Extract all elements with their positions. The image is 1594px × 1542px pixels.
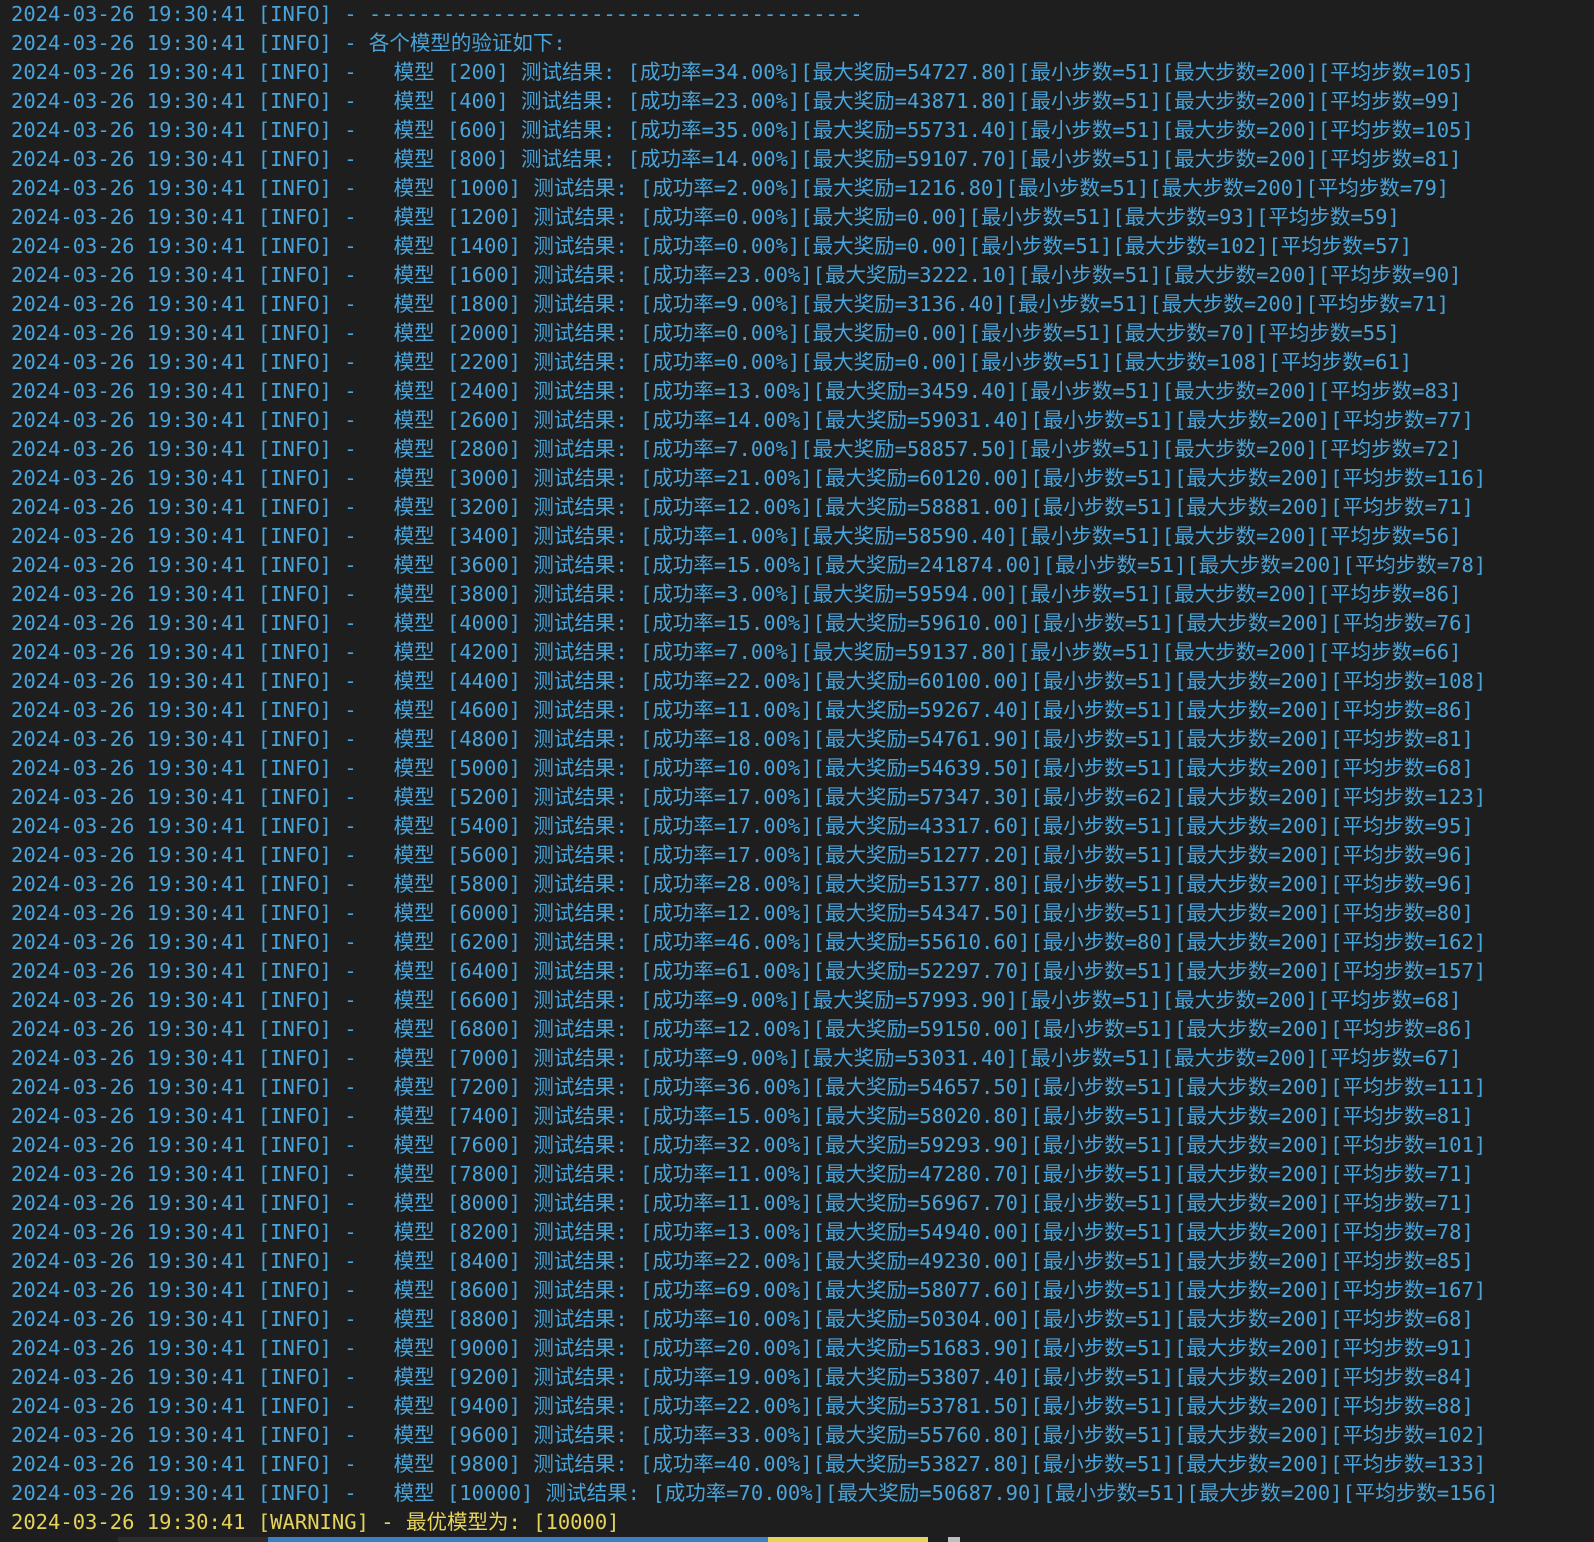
- log-line: 2024-03-26 19:30:41 [INFO] - 各个模型的验证如下:: [11, 31, 566, 55]
- log-line: 2024-03-26 19:30:41 [INFO] - 模型 [8600] 测…: [11, 1278, 1487, 1302]
- log-line: 2024-03-26 19:30:41 [INFO] - 模型 [6000] 测…: [11, 901, 1474, 925]
- log-line: 2024-03-26 19:30:41 [INFO] - 模型 [9800] 测…: [11, 1452, 1487, 1476]
- log-line: 2024-03-26 19:30:41 [INFO] - 模型 [2000] 测…: [11, 321, 1400, 345]
- log-line: 2024-03-26 19:30:41 [INFO] - 模型 [10000] …: [11, 1481, 1499, 1505]
- log-line: 2024-03-26 19:30:41 [INFO] - 模型 [800] 测试…: [11, 147, 1462, 171]
- log-line: 2024-03-26 19:30:41 [INFO] - 模型 [8000] 测…: [11, 1191, 1474, 1215]
- log-line: 2024-03-26 19:30:41 [INFO] - 模型 [9200] 测…: [11, 1365, 1474, 1389]
- log-line: 2024-03-26 19:30:41 [INFO] - 模型 [7600] 测…: [11, 1133, 1487, 1157]
- terminal-window[interactable]: 2024-03-26 19:30:41 [INFO] - -----------…: [0, 0, 1594, 1542]
- log-line: 2024-03-26 19:30:41 [INFO] - 模型 [400] 测试…: [11, 89, 1462, 113]
- log-line: 2024-03-26 19:30:41 [INFO] - 模型 [2200] 测…: [11, 350, 1413, 374]
- log-line: 2024-03-26 19:30:41 [INFO] - -----------…: [11, 2, 863, 26]
- log-line: 2024-03-26 19:30:41 [INFO] - 模型 [2800] 测…: [11, 437, 1462, 461]
- log-line: 2024-03-26 19:30:41 [INFO] - 模型 [1800] 测…: [11, 292, 1450, 316]
- log-line: 2024-03-26 19:30:41 [INFO] - 模型 [4400] 测…: [11, 669, 1487, 693]
- log-line: 2024-03-26 19:30:41 [INFO] - 模型 [9000] 测…: [11, 1336, 1474, 1360]
- log-line: 2024-03-26 19:30:41 [INFO] - 模型 [3000] 测…: [11, 466, 1487, 490]
- log-line: 2024-03-26 19:30:41 [INFO] - 模型 [5400] 测…: [11, 814, 1474, 838]
- log-line: 2024-03-26 19:30:41 [INFO] - 模型 [5200] 测…: [11, 785, 1487, 809]
- log-line: 2024-03-26 19:30:41 [INFO] - 模型 [3800] 测…: [11, 582, 1462, 606]
- log-line: 2024-03-26 19:30:41 [INFO] - 模型 [1600] 测…: [11, 263, 1462, 287]
- log-line: 2024-03-26 19:30:41 [INFO] - 模型 [200] 测试…: [11, 60, 1474, 84]
- status-bar: [0, 1533, 1594, 1542]
- log-line: 2024-03-26 19:30:41 [INFO] - 模型 [5000] 测…: [11, 756, 1474, 780]
- log-line: 2024-03-26 19:30:41 [INFO] - 模型 [6200] 测…: [11, 930, 1487, 954]
- log-line: 2024-03-26 19:30:41 [INFO] - 模型 [8200] 测…: [11, 1220, 1474, 1244]
- log-line: 2024-03-26 19:30:41 [INFO] - 模型 [9400] 测…: [11, 1394, 1474, 1418]
- log-line: 2024-03-26 19:30:41 [INFO] - 模型 [8400] 测…: [11, 1249, 1474, 1273]
- log-line: 2024-03-26 19:30:41 [INFO] - 模型 [4800] 测…: [11, 727, 1474, 751]
- log-line: 2024-03-26 19:30:41 [INFO] - 模型 [9600] 测…: [11, 1423, 1487, 1447]
- log-line: 2024-03-26 19:30:41 [INFO] - 模型 [4600] 测…: [11, 698, 1474, 722]
- log-line: 2024-03-26 19:30:41 [INFO] - 模型 [7000] 测…: [11, 1046, 1462, 1070]
- log-line: 2024-03-26 19:30:41 [INFO] - 模型 [7800] 测…: [11, 1162, 1474, 1186]
- log-line: 2024-03-26 19:30:41 [INFO] - 模型 [3200] 测…: [11, 495, 1474, 519]
- log-line: 2024-03-26 19:30:41 [INFO] - 模型 [4200] 测…: [11, 640, 1462, 664]
- log-line: 2024-03-26 19:30:41 [INFO] - 模型 [6600] 测…: [11, 988, 1462, 1012]
- log-line: 2024-03-26 19:30:41 [INFO] - 模型 [6400] 测…: [11, 959, 1487, 983]
- cursor-indicator: [948, 1537, 960, 1542]
- log-line: 2024-03-26 19:30:41 [INFO] - 模型 [4000] 测…: [11, 611, 1474, 635]
- status-segment-dark: [118, 1537, 268, 1542]
- log-line: 2024-03-26 19:30:41 [INFO] - 模型 [1000] 测…: [11, 176, 1450, 200]
- log-line: 2024-03-26 19:30:41 [INFO] - 模型 [7400] 测…: [11, 1104, 1474, 1128]
- log-line: 2024-03-26 19:30:41 [INFO] - 模型 [3600] 测…: [11, 553, 1487, 577]
- status-segment-yellow: [768, 1537, 928, 1542]
- log-line: 2024-03-26 19:30:41 [INFO] - 模型 [7200] 测…: [11, 1075, 1487, 1099]
- log-line: 2024-03-26 19:30:41 [INFO] - 模型 [5600] 测…: [11, 843, 1474, 867]
- log-line: 2024-03-26 19:30:41 [INFO] - 模型 [600] 测试…: [11, 118, 1474, 142]
- log-line: 2024-03-26 19:30:41 [INFO] - 模型 [2600] 测…: [11, 408, 1474, 432]
- log-line: 2024-03-26 19:30:41 [INFO] - 模型 [8800] 测…: [11, 1307, 1474, 1331]
- log-line: 2024-03-26 19:30:41 [INFO] - 模型 [3400] 测…: [11, 524, 1462, 548]
- log-line: 2024-03-26 19:30:41 [INFO] - 模型 [1200] 测…: [11, 205, 1400, 229]
- log-line: 2024-03-26 19:30:41 [INFO] - 模型 [2400] 测…: [11, 379, 1462, 403]
- log-line: 2024-03-26 19:30:41 [INFO] - 模型 [5800] 测…: [11, 872, 1474, 896]
- status-segment-blue: [268, 1537, 768, 1542]
- log-line: 2024-03-26 19:30:41 [INFO] - 模型 [1400] 测…: [11, 234, 1413, 258]
- log-output: 2024-03-26 19:30:41 [INFO] - -----------…: [11, 0, 1594, 1537]
- log-line: 2024-03-26 19:30:41 [INFO] - 模型 [6800] 测…: [11, 1017, 1474, 1041]
